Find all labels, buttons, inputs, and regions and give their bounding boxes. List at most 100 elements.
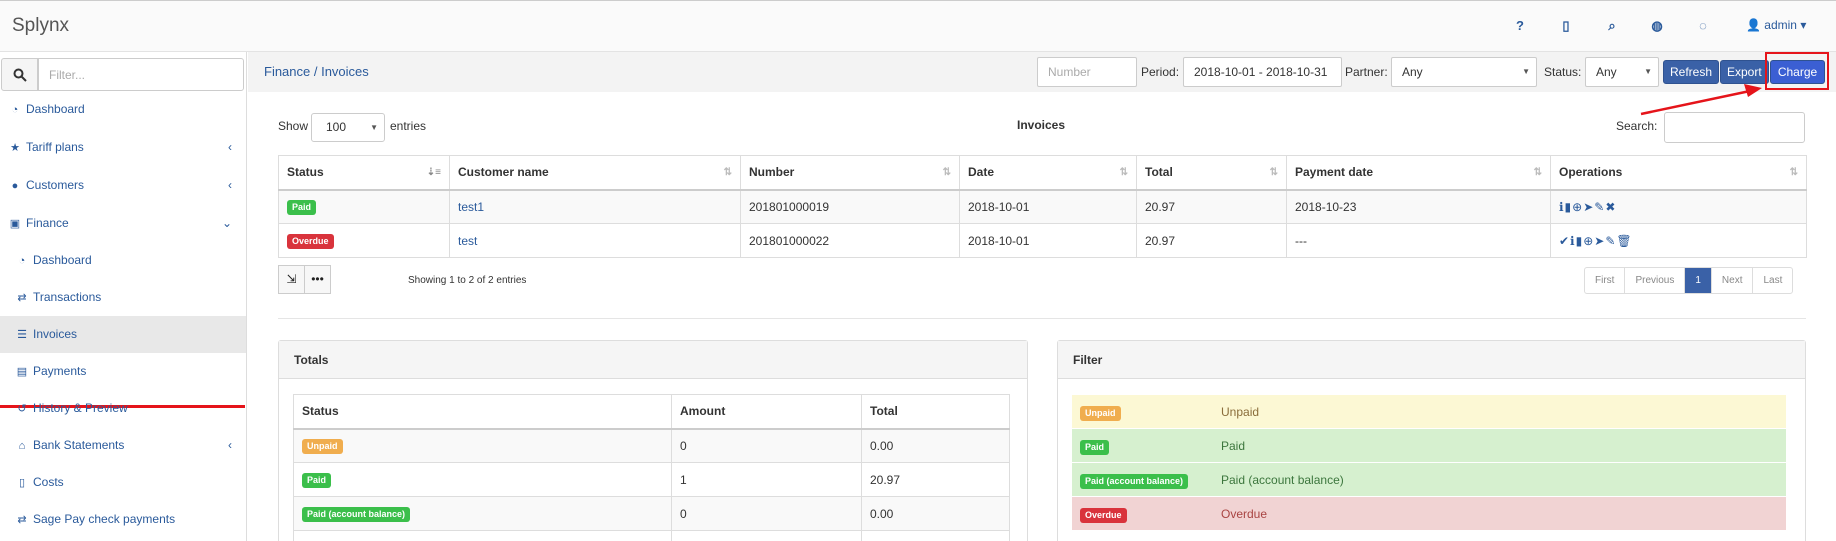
table-search-input[interactable] xyxy=(1664,112,1805,143)
filter-panel: Filter Unpaid Unpaid Paid Paid Paid (acc… xyxy=(1057,340,1806,541)
column-header-amount: Amount xyxy=(671,394,862,430)
filter-row-overdue[interactable]: Overdue Overdue xyxy=(1072,496,1786,530)
charge-highlight-box xyxy=(1765,52,1829,90)
status-cell: Unpaid xyxy=(293,428,672,463)
period-input[interactable]: 2018-10-01 - 2018-10-31 xyxy=(1183,57,1342,87)
breadcrumb[interactable]: Finance / Invoices xyxy=(264,64,369,79)
column-header-total[interactable]: Total ⇅ xyxy=(1136,155,1287,191)
column-header-customer[interactable]: Customer name ⇅ xyxy=(449,155,741,191)
sidebar-item-bank-statements[interactable]: ⌂ Bank Statements ‹ xyxy=(0,427,246,464)
sidebar-item-label: Finance xyxy=(26,216,69,230)
sidebar-item-label: Invoices xyxy=(33,327,78,341)
dashboard-icon: ◔ xyxy=(18,255,26,267)
refresh-button[interactable]: Refresh xyxy=(1663,60,1720,84)
export-table-button[interactable]: ⇲ xyxy=(278,265,305,294)
sidebar: ◔ Dashboard ★ Tariff plans ‹ ● Customers ‹ ▣ F… xyxy=(0,52,247,541)
column-header-label: Number xyxy=(749,165,795,180)
app-logo[interactable]: Splynx xyxy=(12,15,69,37)
amount-cell: 1 xyxy=(671,462,862,497)
chat-icon[interactable]: ◌ xyxy=(1694,17,1712,35)
table-row: Paid 1 20.97 xyxy=(293,462,1010,497)
number-filter-input[interactable]: Number xyxy=(1037,57,1137,87)
sidebar-item-invoices[interactable]: ☰ Invoices xyxy=(0,316,246,353)
sidebar-item-history-preview[interactable]: ↺ History & Preview xyxy=(0,390,246,427)
pager-previous[interactable]: Previous xyxy=(1625,268,1686,293)
exchange-icon: ⇄ xyxy=(17,514,27,526)
sidebar-item-finance[interactable]: ▣ Finance ⌄ xyxy=(0,205,246,242)
export-button[interactable]: Export xyxy=(1720,60,1769,84)
sidebar-item-sage-pay[interactable]: ⇄ Sage Pay check payments xyxy=(0,501,246,538)
sort-icon: ⇅ xyxy=(1533,167,1542,178)
filter-panel-title: Filter xyxy=(1058,341,1805,379)
column-header-number[interactable]: Number ⇅ xyxy=(740,155,960,191)
operations-cell[interactable]: ℹ▮⊕➤✎✖ xyxy=(1550,189,1807,224)
chevron-down-icon: ⌄ xyxy=(221,216,232,230)
customer-link[interactable]: test1 xyxy=(458,200,484,214)
star-icon: ★ xyxy=(10,142,20,154)
table-row: Unpaid 0 0.00 xyxy=(293,428,1010,463)
book-icon[interactable]: ▯ xyxy=(1557,17,1575,35)
sidebar-filter-input[interactable] xyxy=(38,58,244,91)
pager-page-1[interactable]: 1 xyxy=(1685,268,1712,293)
total-cell: 0.00 xyxy=(861,428,1010,463)
help-icon[interactable]: ? xyxy=(1511,17,1529,35)
filter-row-unpaid[interactable]: Unpaid Unpaid xyxy=(1072,394,1786,428)
sidebar-item-customers[interactable]: ● Customers ‹ xyxy=(0,167,246,204)
entries-select-value: 100 xyxy=(326,120,347,134)
column-header-payment-date[interactable]: Payment date ⇅ xyxy=(1286,155,1551,191)
column-header-operations[interactable]: Operations ⇅ xyxy=(1550,155,1807,191)
table-row: Overdue test 201801000022 2018-10-01 20.… xyxy=(278,223,1807,258)
sort-asc-icon: ⇣≡ xyxy=(426,167,441,178)
customer-cell: test xyxy=(449,223,741,258)
globe-icon[interactable]: ◍ xyxy=(1648,17,1666,35)
operations-cell[interactable]: ✔ℹ▮⊕➤✎🗑 xyxy=(1550,223,1807,258)
payment-date-cell: --- xyxy=(1286,223,1551,258)
column-header-date[interactable]: Date ⇅ xyxy=(959,155,1137,191)
column-header-status[interactable]: Status ⇣≡ xyxy=(278,155,450,191)
pager-first[interactable]: First xyxy=(1585,268,1626,293)
status-cell: Paid xyxy=(293,462,672,497)
caret-down-icon: ▾ xyxy=(1800,18,1807,32)
sort-icon: ⇅ xyxy=(723,167,732,178)
file-icon: ▯ xyxy=(18,477,26,489)
partner-select[interactable]: Any ▼ xyxy=(1391,57,1537,87)
totals-panel-title: Totals xyxy=(279,341,1027,379)
entries-select[interactable]: 100 ▼ xyxy=(311,113,385,142)
table-header-row: Status Amount Total xyxy=(293,394,1010,430)
pager-last[interactable]: Last xyxy=(1753,268,1792,293)
history-icon: ↺ xyxy=(17,403,27,415)
total-cell: 20.97 xyxy=(1136,189,1287,224)
status-badge: Paid xyxy=(302,472,332,488)
search-icon[interactable]: ⌕ xyxy=(1603,17,1621,35)
pagination-info: Showing 1 to 2 of 2 entries xyxy=(408,275,527,286)
sidebar-item-finance-dashboard[interactable]: ◔ Dashboard xyxy=(0,242,246,279)
sidebar-item-dashboard[interactable]: ◔ Dashboard xyxy=(0,91,246,128)
sidebar-item-label: Dashboard xyxy=(33,253,92,267)
payment-date-cell: 2018-10-23 xyxy=(1286,189,1551,224)
total-cell: 0.00 xyxy=(861,496,1010,531)
filter-row-label: Unpaid xyxy=(1221,405,1260,419)
sidebar-item-label: Customers xyxy=(26,178,85,192)
customer-link[interactable]: test xyxy=(458,234,477,248)
pager-next[interactable]: Next xyxy=(1712,268,1754,293)
more-options-button[interactable]: ••• xyxy=(304,265,331,294)
sidebar-item-transactions[interactable]: ⇄ Transactions xyxy=(0,279,246,316)
status-select[interactable]: Any ▼ xyxy=(1585,57,1659,87)
sidebar-item-payments[interactable]: ▤ Payments xyxy=(0,353,246,390)
table-header-row: Status ⇣≡ Customer name ⇅ Number ⇅ Date ⇅ To… xyxy=(278,155,1807,191)
sidebar-search-button[interactable] xyxy=(1,58,38,91)
date-cell: 2018-10-01 xyxy=(959,189,1137,224)
sidebar-item-costs[interactable]: ▯ Costs xyxy=(0,464,246,501)
number-cell: 201801000022 xyxy=(740,223,960,258)
amount-cell xyxy=(671,530,862,541)
filter-row-paid[interactable]: Paid Paid xyxy=(1072,428,1786,462)
date-cell: 2018-10-01 xyxy=(959,223,1137,258)
filter-row-paid-account-balance[interactable]: Paid (account balance) Paid (account bal… xyxy=(1072,462,1786,496)
user-name: admin xyxy=(1764,18,1797,32)
status-badge: Paid xyxy=(287,199,317,215)
sidebar-item-tariff-plans[interactable]: ★ Tariff plans ‹ xyxy=(0,129,246,166)
user-menu[interactable]: 👤 admin ▾ xyxy=(1746,18,1806,32)
column-header-label: Total xyxy=(1145,165,1173,180)
bank-icon: ⌂ xyxy=(18,440,26,452)
status-label: Status: xyxy=(1544,65,1582,79)
